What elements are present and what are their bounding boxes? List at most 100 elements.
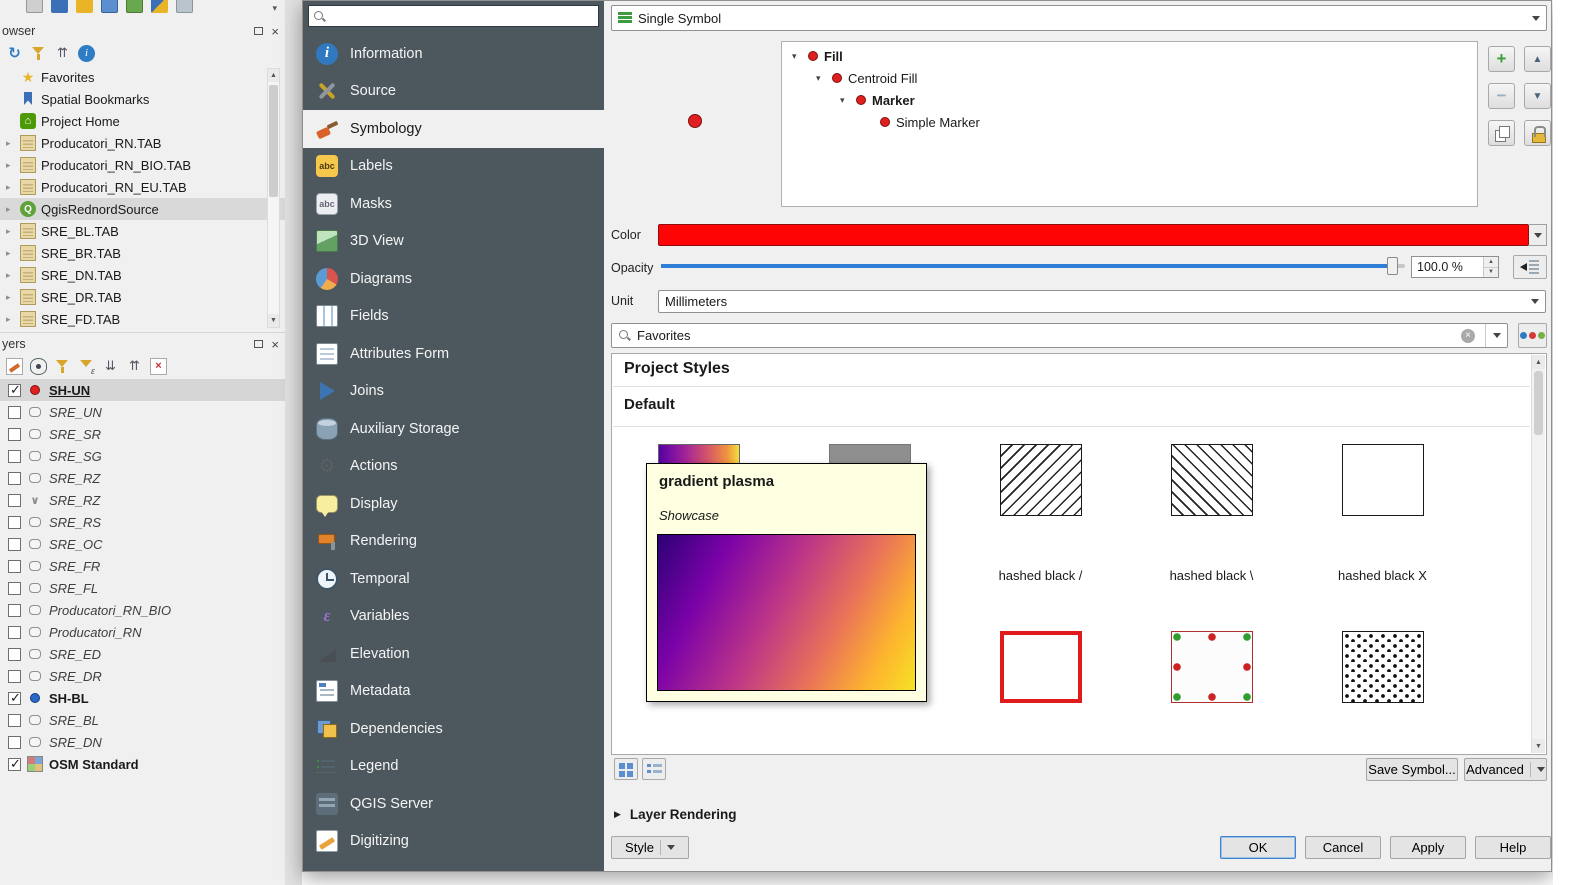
symbol-layer-row[interactable]: ▾ Marker: [782, 89, 1477, 111]
layer-item[interactable]: OSM Standard: [0, 753, 285, 775]
browser-item[interactable]: ▸ Spatial Bookmarks: [0, 88, 285, 110]
color-dropdown-button[interactable]: [1529, 224, 1547, 246]
layer-item[interactable]: SRE_RZ: [0, 467, 285, 489]
properties-tab[interactable]: QGIS Server: [303, 785, 604, 823]
layer-item[interactable]: SRE_OC: [0, 533, 285, 555]
properties-tab[interactable]: Auxiliary Storage: [303, 410, 604, 448]
expander-icon[interactable]: ▾: [840, 95, 850, 106]
help-button[interactable]: Help: [1475, 836, 1551, 859]
slider-handle[interactable]: [1387, 257, 1398, 275]
duplicate-symbol-layer-button[interactable]: [1488, 120, 1515, 146]
properties-tab[interactable]: Masks: [303, 185, 604, 223]
expander-icon[interactable]: ▸: [6, 160, 15, 171]
layers-toolbar-icon[interactable]: [54, 358, 71, 375]
float-panel-icon[interactable]: [254, 340, 263, 348]
layer-visibility-checkbox[interactable]: [8, 516, 21, 529]
style-item[interactable]: [955, 629, 1126, 755]
layer-item[interactable]: SRE_SR: [0, 423, 285, 445]
scroll-down-icon[interactable]: ▼: [268, 314, 279, 327]
expander-icon[interactable]: ▸: [6, 292, 15, 303]
browser-toolbar-icon[interactable]: [30, 45, 47, 62]
layer-item[interactable]: SRE_SG: [0, 445, 285, 467]
layers-toolbar-icon[interactable]: [78, 358, 95, 375]
remove-symbol-layer-button[interactable]: −: [1488, 83, 1515, 109]
layers-toolbar-icon[interactable]: [102, 358, 119, 375]
symbol-layer-row[interactable]: ▾ Fill: [782, 45, 1477, 67]
toolbar-icon[interactable]: [126, 0, 143, 13]
layer-item[interactable]: SH-UN: [0, 379, 285, 401]
layer-visibility-checkbox[interactable]: [8, 736, 21, 749]
layer-rendering-section[interactable]: ▶ Layer Rendering: [614, 807, 736, 822]
lock-colors-button[interactable]: [1524, 120, 1551, 146]
browser-item[interactable]: ▸ Producatori_RN_BIO.TAB: [0, 154, 285, 176]
style-search-box[interactable]: Favorites ×: [611, 323, 1508, 348]
properties-tab[interactable]: Temporal: [303, 560, 604, 598]
scrollbar-thumb[interactable]: [269, 85, 278, 197]
advanced-button[interactable]: Advanced: [1464, 758, 1547, 781]
layers-toolbar-icon[interactable]: [126, 358, 143, 375]
layer-visibility-checkbox[interactable]: [8, 428, 21, 441]
expander-icon[interactable]: ▸: [6, 182, 15, 193]
list-view-button[interactable]: [642, 758, 666, 780]
layer-visibility-checkbox[interactable]: [8, 494, 21, 507]
icon-view-button[interactable]: [614, 758, 638, 780]
symbol-layer-row[interactable]: ▾ Centroid Fill: [782, 67, 1477, 89]
toolbar-icon[interactable]: [151, 0, 168, 13]
layer-item[interactable]: SRE_UN: [0, 401, 285, 423]
layer-item[interactable]: SRE_DR: [0, 665, 285, 687]
layer-visibility-checkbox[interactable]: [8, 538, 21, 551]
style-item[interactable]: hashed black /: [955, 442, 1126, 583]
style-item[interactable]: hashed black X: [1297, 442, 1468, 583]
properties-tab[interactable]: 3D View: [303, 223, 604, 261]
layer-visibility-checkbox[interactable]: [8, 758, 21, 771]
browser-item[interactable]: ▸ QgisRednordSource: [0, 198, 285, 220]
toolbar-icon[interactable]: [176, 0, 193, 13]
style-menu-button[interactable]: Style: [611, 836, 689, 859]
browser-item[interactable]: ▸ SRE_FD.TAB: [0, 308, 285, 330]
spin-down-icon[interactable]: ▼: [1484, 267, 1498, 278]
layer-item[interactable]: Producatori_RN: [0, 621, 285, 643]
properties-tab[interactable]: Labels: [303, 148, 604, 186]
layer-item[interactable]: SRE_BL: [0, 709, 285, 731]
spin-up-icon[interactable]: ▲: [1484, 257, 1498, 267]
layer-visibility-checkbox[interactable]: [8, 692, 21, 705]
renderer-combo[interactable]: Single Symbol: [611, 5, 1547, 31]
layer-visibility-checkbox[interactable]: [8, 406, 21, 419]
properties-tab[interactable]: Diagrams: [303, 260, 604, 298]
expander-icon[interactable]: ▸: [6, 248, 15, 259]
layer-visibility-checkbox[interactable]: [8, 670, 21, 683]
properties-tab[interactable]: Legend: [303, 748, 604, 786]
browser-item[interactable]: ▸ Producatori_RN.TAB: [0, 132, 285, 154]
unit-combo[interactable]: Millimeters: [658, 290, 1546, 313]
save-symbol-button[interactable]: Save Symbol...: [1366, 758, 1458, 781]
nav-search-input[interactable]: [330, 9, 594, 24]
properties-tab[interactable]: Information: [303, 35, 604, 73]
expander-icon[interactable]: ▾: [792, 51, 802, 62]
float-panel-icon[interactable]: [254, 27, 263, 35]
layer-visibility-checkbox[interactable]: [8, 450, 21, 463]
apply-button[interactable]: Apply: [1390, 836, 1466, 859]
properties-tab[interactable]: Dependencies: [303, 710, 604, 748]
layer-visibility-checkbox[interactable]: [8, 560, 21, 573]
properties-tab[interactable]: Digitizing: [303, 823, 604, 861]
opacity-spinbox[interactable]: 100.0 % ▲▼: [1411, 256, 1499, 278]
browser-scrollbar[interactable]: ▲ ▼: [267, 68, 280, 328]
layer-item[interactable]: SRE_FL: [0, 577, 285, 599]
layers-toolbar-icon[interactable]: [30, 358, 47, 375]
browser-toolbar-icon[interactable]: [78, 45, 95, 62]
style-manager-button[interactable]: [1518, 323, 1547, 348]
nav-search-box[interactable]: [308, 5, 599, 27]
color-button[interactable]: [658, 224, 1529, 246]
expander-icon[interactable]: ▸: [6, 314, 15, 325]
layer-visibility-checkbox[interactable]: [8, 714, 21, 727]
layer-visibility-checkbox[interactable]: [8, 604, 21, 617]
spin-buttons[interactable]: ▲▼: [1483, 257, 1498, 277]
style-item[interactable]: [1126, 629, 1297, 755]
ok-button[interactable]: OK: [1220, 836, 1296, 859]
properties-tab[interactable]: Rendering: [303, 523, 604, 561]
layer-visibility-checkbox[interactable]: [8, 384, 21, 397]
properties-tab[interactable]: Variables: [303, 598, 604, 636]
browser-toolbar-icon[interactable]: [54, 45, 71, 62]
toolbar-overflow-arrow[interactable]: ▾: [272, 0, 277, 14]
style-item[interactable]: [1297, 629, 1468, 755]
